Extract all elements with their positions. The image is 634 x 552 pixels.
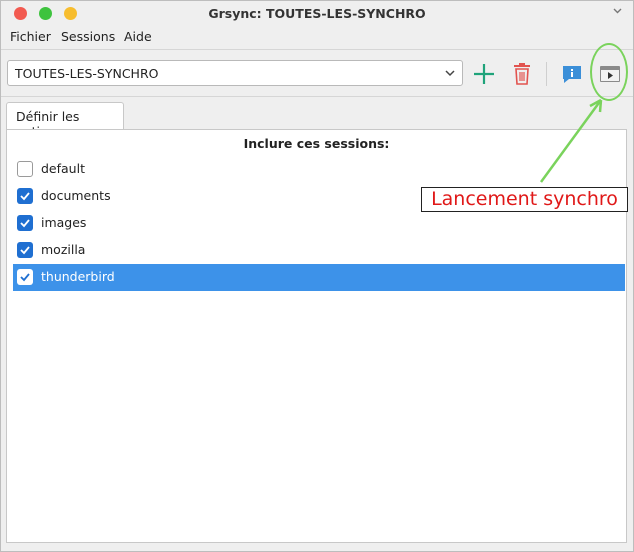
annotation-arrow — [539, 98, 603, 183]
annotation-circle — [590, 43, 628, 101]
annotation-text: Lancement synchro — [431, 188, 618, 210]
annotation-label: Lancement synchro — [421, 187, 628, 212]
